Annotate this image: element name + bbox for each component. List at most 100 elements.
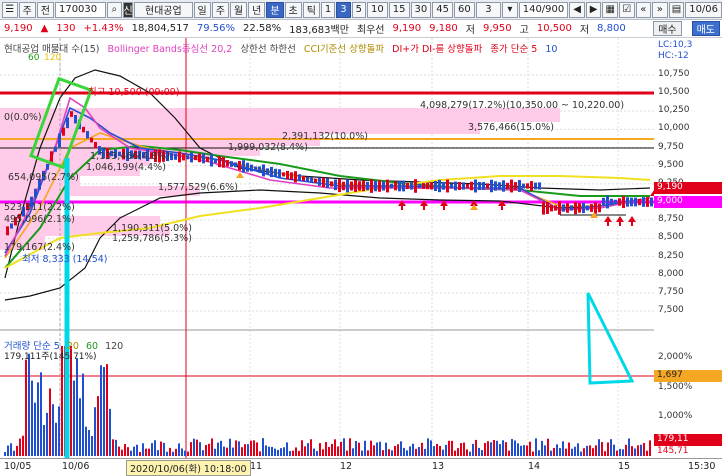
legend-ma-extra[interactable]: 10	[545, 44, 557, 55]
period-week[interactable]: 주	[211, 1, 229, 18]
volume-bar	[643, 442, 645, 456]
volume-bar	[226, 447, 228, 456]
menu-icon[interactable]: ☰	[2, 1, 18, 18]
candle	[214, 158, 217, 163]
best-ask: 9,190	[392, 23, 422, 34]
date-field[interactable]: 10/06	[685, 1, 722, 18]
time-axis[interactable]: 10/05 10/06 2020/10/06(화) 10:18:00 11 12…	[0, 458, 722, 476]
candle	[266, 168, 269, 175]
candle	[598, 203, 601, 213]
candle	[318, 177, 321, 186]
volume-bar	[88, 429, 90, 456]
buy-button[interactable]: 매수	[653, 21, 682, 36]
period-minute[interactable]: 분	[266, 1, 284, 18]
chevron-down-icon[interactable]: ▾	[502, 1, 518, 18]
volume-value: 18,804,517	[131, 23, 189, 34]
candle	[250, 164, 253, 172]
volume-bar	[520, 445, 522, 456]
stock-search-button[interactable]: 전	[36, 1, 54, 18]
volume-bar	[529, 441, 531, 456]
volume-bar	[412, 443, 414, 456]
interval-15[interactable]: 15	[388, 1, 410, 18]
volume-bar	[379, 441, 381, 456]
period-year[interactable]: 년	[248, 1, 266, 18]
period-tick[interactable]: 틱	[302, 1, 320, 18]
double-right-icon[interactable]: »	[652, 1, 668, 18]
low-annotation: 최저 8,333 (14:54)	[22, 254, 108, 265]
calendar-icon[interactable]: ▤	[668, 1, 685, 18]
volume-bar	[46, 412, 48, 456]
candle	[294, 171, 297, 183]
checkbox-icon[interactable]: ☑	[618, 1, 635, 18]
interval-10[interactable]: 10	[367, 1, 388, 18]
interval-select[interactable]: 3	[475, 1, 502, 18]
arrow-right-icon[interactable]: ▶	[585, 1, 602, 18]
volume-bar	[103, 367, 105, 456]
legend-bands[interactable]: 상한선 하한선	[240, 44, 295, 55]
period-second[interactable]: 초	[284, 1, 302, 18]
candle	[570, 205, 573, 211]
price-tick: 9,500	[658, 159, 684, 170]
volume-bar	[199, 442, 201, 456]
volume-bar	[418, 447, 420, 456]
legend-cci[interactable]: CCI기준선 상향돌파	[304, 44, 384, 55]
period-month[interactable]: 월	[229, 1, 248, 18]
volume-bar	[430, 440, 432, 456]
interval-30[interactable]: 30	[410, 1, 432, 18]
candle	[242, 160, 245, 173]
search-icon[interactable]: ⌕	[106, 1, 123, 18]
price-axis[interactable]: LC:10,3 HC:-12 10,750 10,500 10,250 10,000 9…	[654, 38, 722, 456]
volume-bar	[586, 445, 588, 456]
candle	[558, 201, 561, 215]
volume-bar	[532, 451, 534, 456]
volume-bar	[619, 448, 621, 456]
double-left-icon[interactable]: «	[635, 1, 652, 18]
interval-1[interactable]: 1	[320, 1, 336, 18]
legend-bollinger[interactable]: Bollinger Bands중심선 20,2	[108, 44, 233, 55]
volume-bar	[121, 449, 123, 456]
time-13: 13	[432, 461, 445, 472]
candle	[518, 179, 521, 193]
stock-prefix-select[interactable]: 주	[18, 1, 36, 18]
volume-bar	[448, 440, 450, 456]
period-day[interactable]: 일	[193, 1, 211, 18]
interval-5[interactable]: 5	[351, 1, 367, 18]
candle	[326, 178, 329, 188]
candle	[438, 179, 441, 193]
volume-bar	[208, 443, 210, 456]
candle	[226, 160, 229, 167]
volume-bar	[115, 439, 117, 456]
legend-di[interactable]: DI+가 DI-를 상향돌파	[392, 44, 482, 55]
volume-legend-120[interactable]: 120	[105, 341, 123, 352]
volume-bar	[409, 446, 411, 456]
arrow-left-icon[interactable]: ◀	[569, 1, 585, 18]
candle	[238, 160, 241, 171]
volume-bar	[286, 442, 288, 456]
candle	[494, 181, 497, 191]
quote-bar: 9,190 ▲ 130 +1.43% 18,804,517 79.56% 22.…	[0, 20, 722, 38]
vp-label-1: 4,098,279(17.2%)(10,350.00 ~ 10,220.00)	[420, 100, 625, 111]
volume-bar	[106, 364, 108, 456]
grid-icon[interactable]: ▦	[602, 1, 618, 18]
count-field[interactable]: 140/900	[518, 1, 569, 18]
volume-bar	[280, 448, 282, 456]
candle	[374, 180, 377, 192]
interval-60[interactable]: 60	[453, 1, 475, 18]
candle	[282, 172, 285, 177]
candle	[354, 180, 357, 192]
interval-45[interactable]: 45	[432, 1, 453, 18]
interval-3[interactable]: 3	[336, 1, 351, 18]
candle	[82, 126, 85, 133]
volume-bar	[319, 443, 321, 456]
price-tick: 10,250	[658, 105, 690, 116]
volume-bar	[31, 380, 33, 456]
candle	[46, 163, 49, 170]
sell-button[interactable]: 매도	[691, 21, 720, 36]
stock-code-input[interactable]: 170030	[54, 1, 106, 18]
candle	[642, 197, 645, 207]
volume-bar	[241, 447, 243, 456]
legend-ma[interactable]: 종가 단순 5	[490, 44, 537, 55]
date-1006: 10/06	[62, 461, 90, 472]
candle	[290, 172, 293, 180]
volume-bar	[316, 451, 318, 456]
